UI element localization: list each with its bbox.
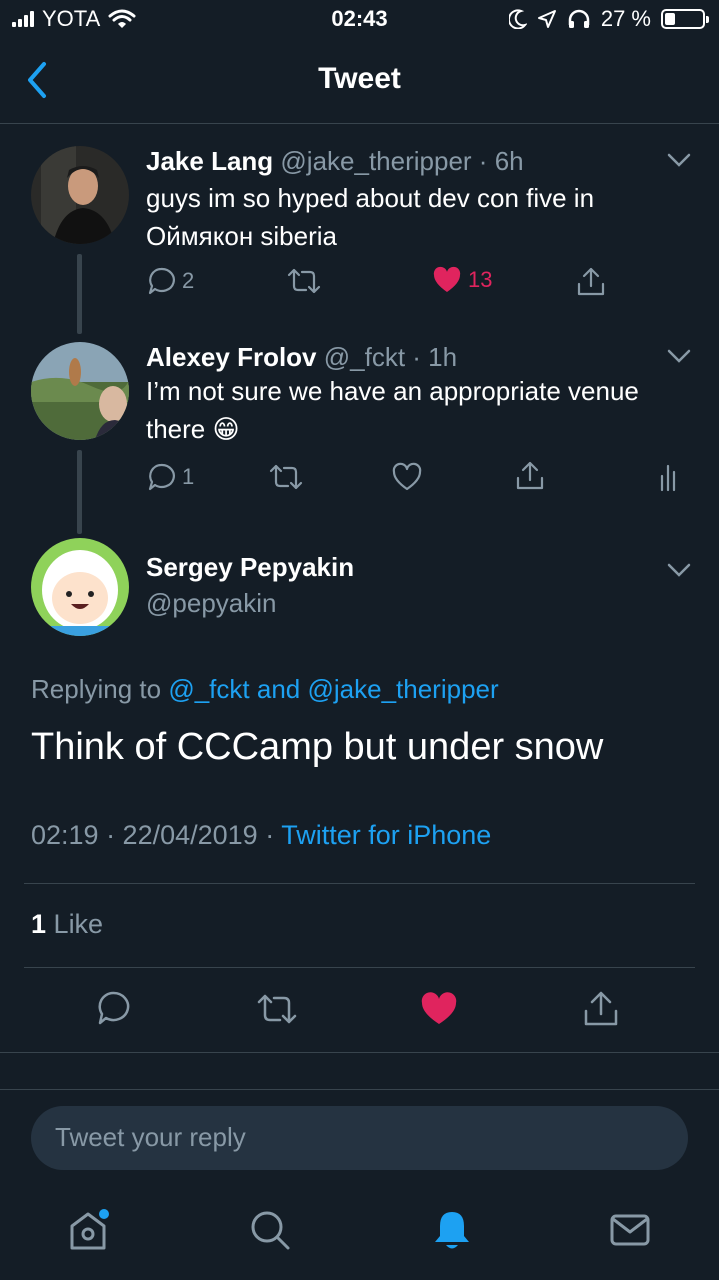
reply-icon — [148, 463, 175, 491]
tweet-time: 1h — [428, 342, 458, 372]
reply-icon — [98, 991, 130, 1025]
author-handle[interactable]: @pepyakin — [146, 588, 276, 619]
avatar[interactable] — [31, 342, 129, 440]
reply-count: 1 — [182, 464, 195, 489]
separator-dot: · — [405, 342, 429, 372]
tweet-timestamp: 02:19 · 22/04/2019 · — [31, 820, 275, 850]
tab-bar — [0, 1190, 719, 1280]
separator-dot: · — [471, 146, 495, 176]
main-tweet-text: Think of CCCamp but under snow — [31, 726, 604, 768]
share-icon — [584, 991, 618, 1026]
divider — [0, 1052, 719, 1053]
share-icon — [516, 461, 544, 490]
author-handle[interactable]: @_fckt — [324, 342, 405, 372]
like-stats[interactable]: 1 Like — [31, 909, 103, 940]
like-button[interactable]: 13 — [432, 266, 492, 294]
moon-icon — [508, 9, 527, 29]
status-bar: YOTA 02:43 27 % — [0, 0, 719, 40]
retweet-button[interactable] — [286, 266, 322, 296]
chevron-down-icon[interactable] — [667, 562, 691, 578]
author-name[interactable]: Sergey Pepyakin — [146, 552, 354, 583]
mention-link[interactable]: @jake_theripper — [307, 674, 498, 704]
reply-button[interactable]: 1 — [146, 462, 194, 492]
retweet-icon — [287, 268, 321, 294]
thread-tweet-1[interactable]: Jake Lang @jake_theripper · 6h guys im s… — [0, 124, 719, 334]
battery-fill — [665, 13, 675, 25]
share-icon — [577, 267, 605, 296]
analytics-button[interactable] — [658, 462, 682, 492]
status-right: 27 % — [508, 6, 709, 32]
like-count: 13 — [468, 267, 493, 292]
grinning-emoji: 😁 — [212, 414, 240, 444]
heart-filled-icon — [421, 992, 457, 1024]
analytics-icon — [660, 464, 676, 492]
divider — [24, 967, 695, 968]
divider — [24, 883, 695, 884]
avatar[interactable] — [31, 538, 129, 636]
share-button[interactable] — [582, 990, 620, 1028]
retweet-button[interactable] — [256, 992, 298, 1026]
headphones-icon — [568, 9, 590, 28]
like-stat-label: Like — [53, 909, 104, 939]
retweet-icon — [269, 464, 303, 490]
tweet-header: Jake Lang @jake_theripper · 6h — [146, 146, 524, 177]
tweet-source-link[interactable]: Twitter for iPhone — [281, 820, 491, 850]
notifications-icon[interactable] — [430, 1208, 474, 1252]
replying-to: Replying to @_fckt and @jake_theripper — [31, 674, 499, 705]
reply-input[interactable]: Tweet your reply — [31, 1106, 688, 1170]
nav-bar: Tweet — [0, 40, 719, 124]
avatar[interactable] — [31, 146, 129, 244]
reply-button[interactable]: 2 — [146, 266, 194, 296]
share-button[interactable] — [575, 266, 607, 298]
home-icon[interactable] — [66, 1208, 110, 1252]
like-stat-count: 1 — [31, 909, 47, 939]
page-title: Tweet — [318, 62, 401, 95]
tweet-text: guys im so hyped about dev con five in О… — [146, 183, 595, 251]
retweet-button[interactable] — [268, 462, 304, 492]
reply-button[interactable] — [95, 990, 131, 1026]
chevron-down-icon[interactable] — [667, 152, 691, 168]
thread-line — [77, 450, 82, 534]
battery-percent: 27 % — [600, 6, 651, 31]
replying-prefix: Replying to — [31, 674, 162, 704]
share-button[interactable] — [514, 460, 546, 492]
author-name[interactable]: Alexey Frolov — [146, 342, 317, 372]
main-tweet: Sergey Pepyakin @pepyakin Replying to @_… — [0, 534, 719, 1054]
tweet-header: Alexey Frolov @_fckt · 1h — [146, 342, 457, 373]
mention-link[interactable]: @_fckt — [168, 674, 249, 704]
reply-count: 2 — [182, 268, 195, 293]
author-name[interactable]: Jake Lang — [146, 146, 273, 176]
thread-tweet-2[interactable]: Alexey Frolov @_fckt · 1h I’m not sure w… — [0, 334, 719, 534]
like-button[interactable] — [420, 992, 458, 1026]
messages-icon[interactable] — [608, 1208, 652, 1252]
heart-outline-icon — [392, 462, 422, 491]
tweet-time: 6h — [494, 146, 524, 176]
retweet-icon — [257, 994, 297, 1024]
like-button[interactable] — [391, 462, 423, 492]
heart-filled-icon — [433, 266, 461, 292]
mention-and: and — [256, 674, 301, 704]
tweet-meta: 02:19 · 22/04/2019 · Twitter for iPhone — [31, 820, 491, 851]
reply-icon — [148, 267, 175, 295]
location-icon — [537, 10, 556, 28]
author-handle[interactable]: @jake_theripper — [280, 146, 471, 176]
battery-icon — [661, 9, 709, 29]
tweet-text: I’m not sure we have an appropriate venu… — [146, 372, 686, 448]
chevron-down-icon[interactable] — [667, 348, 691, 364]
thread-line — [77, 254, 82, 334]
search-icon[interactable] — [248, 1208, 292, 1252]
